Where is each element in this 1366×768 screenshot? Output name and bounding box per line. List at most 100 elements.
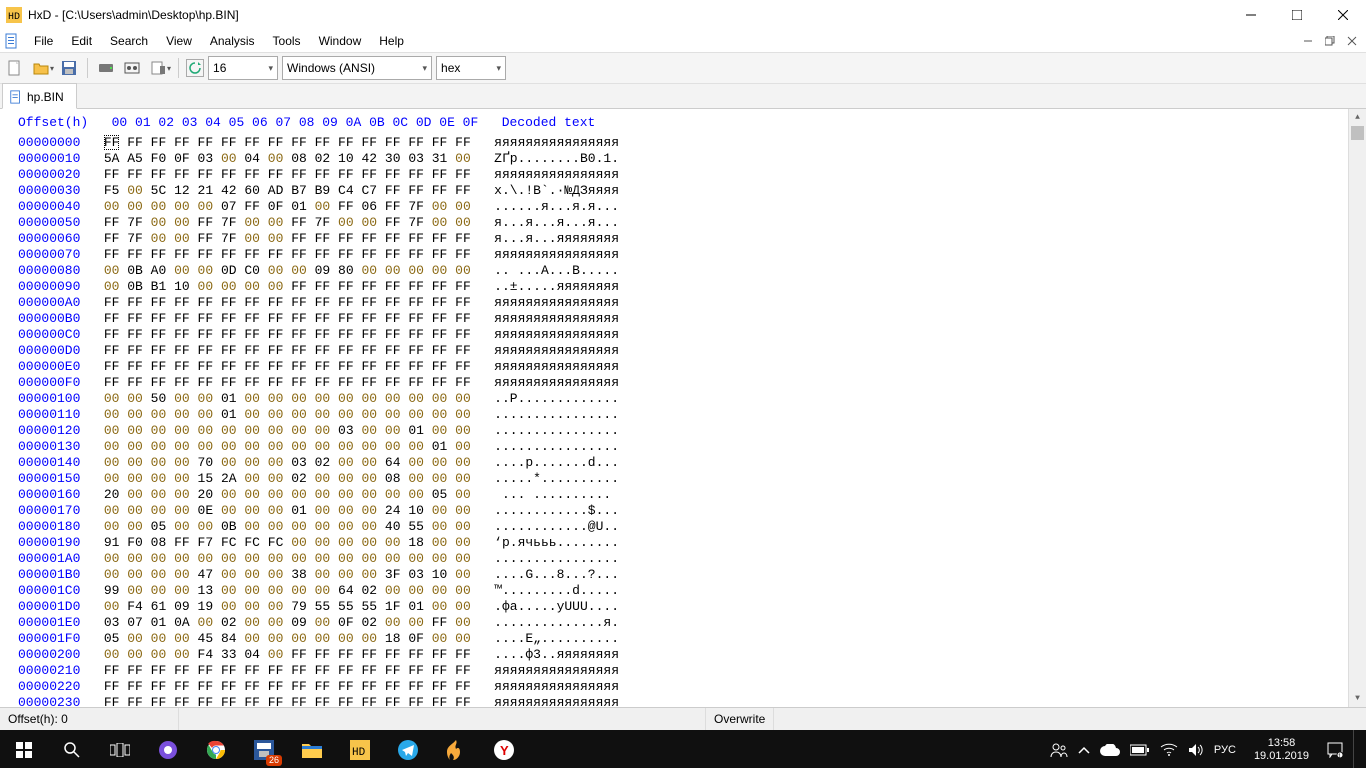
hex-row[interactable]: 000000D0 FF FF FF FF FF FF FF FF FF FF F… — [18, 343, 1366, 359]
action-center-icon[interactable]: 1 — [1327, 742, 1343, 758]
hex-row[interactable]: 000001E0 03 07 01 0A 00 02 00 00 09 00 0… — [18, 615, 1366, 631]
hex-row[interactable]: 00000090 00 0B B1 10 00 00 00 00 FF FF F… — [18, 279, 1366, 295]
hex-row[interactable]: 00000220 FF FF FF FF FF FF FF FF FF FF F… — [18, 679, 1366, 695]
yandex-button[interactable]: Y — [480, 730, 528, 768]
hex-row[interactable]: 00000110 00 00 00 00 00 01 00 00 00 00 0… — [18, 407, 1366, 423]
people-icon[interactable] — [1050, 742, 1068, 758]
hex-row[interactable]: 000000E0 FF FF FF FF FF FF FF FF FF FF F… — [18, 359, 1366, 375]
volume-icon[interactable] — [1188, 743, 1204, 757]
hex-row[interactable]: 00000030 F5 00 5C 12 21 42 60 AD B7 B9 C… — [18, 183, 1366, 199]
onedrive-icon[interactable] — [1100, 744, 1120, 756]
battery-icon[interactable] — [1130, 744, 1150, 756]
wifi-icon[interactable] — [1160, 743, 1178, 757]
open-disk-button[interactable] — [95, 57, 117, 79]
hex-row[interactable]: 000001B0 00 00 00 00 47 00 00 00 38 00 0… — [18, 567, 1366, 583]
hex-row[interactable]: 00000060 FF 7F 00 00 FF 7F 00 00 FF FF F… — [18, 231, 1366, 247]
toolbar: ▾ ▾ 16 ▾ Windows (ANSI) ▾ hex ▾ — [0, 52, 1366, 84]
svg-text:Y: Y — [500, 743, 509, 758]
hex-row[interactable]: 00000020 FF FF FF FF FF FF FF FF FF FF F… — [18, 167, 1366, 183]
menu-view[interactable]: View — [158, 32, 200, 50]
title-bar: HD HxD - [C:\Users\admin\Desktop\hp.BIN] — [0, 0, 1366, 30]
menu-search[interactable]: Search — [102, 32, 156, 50]
menu-edit[interactable]: Edit — [63, 32, 100, 50]
hex-row[interactable]: 00000170 00 00 00 00 0E 00 00 00 01 00 0… — [18, 503, 1366, 519]
tab-hpbin[interactable]: hp.BIN — [2, 83, 77, 109]
open-dropdown-arrow[interactable]: ▾ — [50, 64, 54, 73]
menu-file[interactable]: File — [26, 32, 61, 50]
hex-row[interactable]: 00000070 FF FF FF FF FF FF FF FF FF FF F… — [18, 247, 1366, 263]
save-app-button[interactable]: 26 — [240, 730, 288, 768]
columns-combo[interactable]: 16 ▾ — [208, 56, 278, 80]
disk-image-dropdown-arrow[interactable]: ▾ — [167, 64, 171, 73]
encoding-value: Windows (ANSI) — [287, 61, 375, 75]
explorer-button[interactable] — [288, 730, 336, 768]
hex-row[interactable]: 00000190 91 F0 08 FF F7 FC FC FC 00 00 0… — [18, 535, 1366, 551]
hex-row[interactable]: 000001F0 05 00 00 00 45 84 00 00 00 00 0… — [18, 631, 1366, 647]
status-mode: Overwrite — [706, 708, 774, 730]
chrome-button[interactable] — [192, 730, 240, 768]
toolbar-separator — [178, 58, 179, 78]
show-desktop-button[interactable] — [1353, 730, 1360, 768]
hex-row[interactable]: 000000B0 FF FF FF FF FF FF FF FF FF FF F… — [18, 311, 1366, 327]
hex-row[interactable]: 00000180 00 00 05 00 00 0B 00 00 00 00 0… — [18, 519, 1366, 535]
open-button[interactable] — [30, 57, 52, 79]
tab-bar: hp.BIN — [0, 84, 1366, 109]
hex-row[interactable]: 00000200 00 00 00 00 F4 33 04 00 FF FF F… — [18, 647, 1366, 663]
hex-row[interactable]: 000000A0 FF FF FF FF FF FF FF FF FF FF F… — [18, 295, 1366, 311]
refresh-button[interactable] — [186, 59, 204, 77]
hex-row[interactable]: 00000230 FF FF FF FF FF FF FF FF FF FF F… — [18, 695, 1366, 707]
vertical-scrollbar[interactable]: ▲ ▼ — [1348, 109, 1366, 707]
open-disk-image-button[interactable] — [147, 57, 169, 79]
hex-row[interactable]: 00000040 00 00 00 00 00 07 FF 0F 01 00 F… — [18, 199, 1366, 215]
menu-tools[interactable]: Tools — [265, 32, 309, 50]
hxd-button[interactable]: HD — [336, 730, 384, 768]
search-button[interactable] — [48, 730, 96, 768]
open-ram-button[interactable] — [121, 57, 143, 79]
close-button[interactable] — [1320, 0, 1366, 30]
hex-row[interactable]: 00000050 FF 7F 00 00 FF 7F 00 00 FF 7F 0… — [18, 215, 1366, 231]
menu-window[interactable]: Window — [311, 32, 370, 50]
hex-header: Offset(h) 00 01 02 03 04 05 06 07 08 09 … — [18, 115, 1366, 131]
hex-editor[interactable]: Offset(h) 00 01 02 03 04 05 06 07 08 09 … — [0, 109, 1366, 707]
clock[interactable]: 13:58 19.01.2019 — [1246, 737, 1317, 763]
task-view-button[interactable] — [96, 730, 144, 768]
mdi-close-button[interactable] — [1342, 31, 1362, 51]
hex-row[interactable]: 00000010 5A A5 F0 0F 03 00 04 00 08 02 1… — [18, 151, 1366, 167]
hex-row[interactable]: 000000F0 FF FF FF FF FF FF FF FF FF FF F… — [18, 375, 1366, 391]
new-button[interactable] — [4, 57, 26, 79]
cortana-button[interactable] — [144, 730, 192, 768]
hex-row[interactable]: 000001C0 99 00 00 00 13 00 00 00 00 00 6… — [18, 583, 1366, 599]
language-indicator[interactable]: РУС — [1214, 744, 1236, 756]
hex-row[interactable]: 000001D0 00 F4 61 09 19 00 00 00 79 55 5… — [18, 599, 1366, 615]
mdi-restore-button[interactable] — [1320, 31, 1340, 51]
hex-row[interactable]: 00000160 20 00 00 00 20 00 00 00 00 00 0… — [18, 487, 1366, 503]
hex-row[interactable]: 00000120 00 00 00 00 00 00 00 00 00 00 0… — [18, 423, 1366, 439]
hex-row[interactable]: 00000150 00 00 00 00 15 2A 00 00 02 00 0… — [18, 471, 1366, 487]
menu-analysis[interactable]: Analysis — [202, 32, 263, 50]
scroll-down-button[interactable]: ▼ — [1349, 690, 1366, 707]
telegram-button[interactable] — [384, 730, 432, 768]
columns-value: 16 — [213, 61, 226, 75]
minimize-button[interactable] — [1228, 0, 1274, 30]
scroll-up-button[interactable]: ▲ — [1349, 109, 1366, 126]
hex-row[interactable]: 00000140 00 00 00 00 70 00 00 00 03 02 0… — [18, 455, 1366, 471]
hex-row[interactable]: 000001A0 00 00 00 00 00 00 00 00 00 00 0… — [18, 551, 1366, 567]
hex-row[interactable]: 00000000 FF FF FF FF FF FF FF FF FF FF F… — [18, 135, 1366, 151]
start-button[interactable] — [0, 730, 48, 768]
hex-row[interactable]: 00000130 00 00 00 00 00 00 00 00 00 00 0… — [18, 439, 1366, 455]
maximize-button[interactable] — [1274, 0, 1320, 30]
base-combo[interactable]: hex ▾ — [436, 56, 506, 80]
flames-button[interactable] — [432, 730, 480, 768]
tray-chevron-icon[interactable] — [1078, 746, 1090, 754]
hex-row[interactable]: 00000210 FF FF FF FF FF FF FF FF FF FF F… — [18, 663, 1366, 679]
save-button[interactable] — [58, 57, 80, 79]
encoding-combo[interactable]: Windows (ANSI) ▾ — [282, 56, 432, 80]
doc-icon — [4, 33, 20, 49]
hex-row[interactable]: 00000100 00 00 50 00 00 01 00 00 00 00 0… — [18, 391, 1366, 407]
hex-row[interactable]: 00000080 00 0B A0 00 00 0D C0 00 00 09 8… — [18, 263, 1366, 279]
mdi-minimize-button[interactable] — [1298, 31, 1318, 51]
menu-bar: File Edit Search View Analysis Tools Win… — [0, 30, 1366, 52]
menu-help[interactable]: Help — [371, 32, 412, 50]
hex-row[interactable]: 000000C0 FF FF FF FF FF FF FF FF FF FF F… — [18, 327, 1366, 343]
scroll-thumb[interactable] — [1351, 126, 1364, 140]
